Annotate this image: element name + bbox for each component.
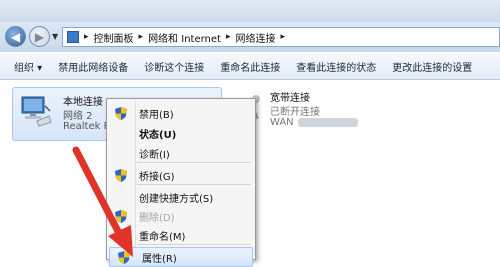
menu-item-label: 状态(U) bbox=[139, 129, 177, 141]
local-connection-name: 本地连接 bbox=[63, 97, 103, 108]
menu-item-label: 创建快捷方式(S) bbox=[139, 193, 214, 205]
menu-item-label: 重命名(M) bbox=[139, 231, 186, 243]
network-computer-icon bbox=[21, 96, 52, 127]
breadcrumb-network-connections[interactable]: 网络连接 bbox=[235, 30, 275, 45]
breadcrumb-separator[interactable]: ▸ bbox=[280, 32, 285, 42]
menu-item-label: 删除(D) bbox=[139, 212, 175, 224]
forward-arrow-icon: ▶ bbox=[34, 29, 45, 44]
broadband-connection-name[interactable]: 宽带连接 bbox=[270, 89, 310, 104]
breadcrumb-control-panel[interactable]: 控制面板 bbox=[94, 30, 134, 45]
network-folder-icon bbox=[67, 31, 79, 43]
uac-shield-icon bbox=[115, 168, 127, 182]
breadcrumb-separator[interactable]: ▸ bbox=[226, 32, 231, 42]
organize-menu-button[interactable]: 组织 ▾ bbox=[14, 59, 42, 74]
window-title-bar bbox=[0, 0, 500, 22]
command-toolbar: 组织 ▾ 禁用此网络设备 诊断这个连接 重命名此连接 查看此连接的状态 更改此连… bbox=[0, 52, 500, 80]
blurred-device-name bbox=[297, 118, 358, 127]
menu-item-diagnose[interactable]: 诊断(I) bbox=[107, 143, 255, 163]
menu-separator bbox=[137, 184, 251, 185]
menu-item-bridge[interactable]: 桥接(G) bbox=[107, 165, 255, 185]
disable-device-button[interactable]: 禁用此网络设备 bbox=[58, 59, 128, 74]
address-row: ◀ ▶ ▼ ▸ 控制面板 ▸ 网络和 Internet ▸ 网络连接 ▸ bbox=[0, 22, 500, 52]
recent-pages-dropdown-icon[interactable]: ▼ bbox=[52, 32, 58, 41]
menu-item-label: 属性(R) bbox=[142, 253, 177, 265]
broadband-connection-status: 已断开连接 bbox=[270, 107, 320, 118]
uac-shield-icon bbox=[115, 228, 127, 242]
menu-separator bbox=[137, 162, 251, 163]
rename-connection-button[interactable]: 重命名此连接 bbox=[220, 59, 280, 74]
back-arrow-icon: ◀ bbox=[10, 29, 21, 44]
breadcrumb-separator[interactable]: ▸ bbox=[139, 32, 144, 42]
menu-separator bbox=[137, 244, 251, 245]
address-bar[interactable]: ▸ 控制面板 ▸ 网络和 Internet ▸ 网络连接 ▸ bbox=[62, 27, 500, 47]
menu-item-delete: 删除(D) bbox=[107, 206, 255, 226]
menu-item-label: 诊断(I) bbox=[139, 149, 170, 161]
menu-item-create-shortcut[interactable]: 创建快捷方式(S) bbox=[107, 187, 255, 207]
uac-shield-icon bbox=[115, 106, 127, 120]
view-status-button[interactable]: 查看此连接的状态 bbox=[296, 59, 376, 74]
uac-shield-icon bbox=[115, 209, 127, 223]
menu-item-label: 禁用(B) bbox=[139, 109, 174, 121]
diagnose-connection-button[interactable]: 诊断这个连接 bbox=[144, 59, 204, 74]
local-connection-network: 网络 2 bbox=[63, 111, 93, 122]
broadband-type-label: WAN bbox=[270, 117, 294, 128]
uac-shield-icon bbox=[118, 250, 130, 264]
change-settings-button[interactable]: 更改此连接的设置 bbox=[392, 59, 472, 74]
breadcrumb-separator[interactable]: ▸ bbox=[84, 32, 89, 42]
connection-context-menu: 禁用(B) 状态(U) 诊断(I) 桥接(G) 创建快捷方式(S) 删除(D) 重命名(M)… bbox=[106, 98, 256, 267]
forward-button[interactable]: ▶ bbox=[29, 26, 50, 47]
menu-item-status[interactable]: 状态(U) bbox=[107, 123, 255, 143]
back-button[interactable]: ◀ bbox=[5, 26, 26, 47]
breadcrumb-network-internet[interactable]: 网络和 Internet bbox=[148, 30, 221, 45]
menu-item-label: 桥接(G) bbox=[139, 171, 175, 183]
menu-item-disable[interactable]: 禁用(B) bbox=[107, 103, 255, 123]
menu-item-properties[interactable]: 属性(R) bbox=[109, 247, 253, 267]
broadband-connection-type: WAN bbox=[270, 117, 358, 128]
menu-item-rename[interactable]: 重命名(M) bbox=[107, 225, 255, 245]
